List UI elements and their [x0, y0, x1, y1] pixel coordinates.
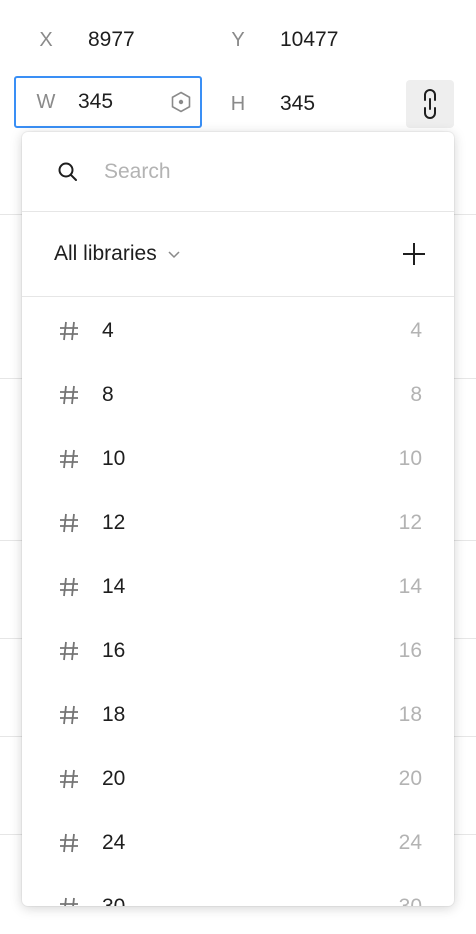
- search-icon: [58, 162, 77, 181]
- list-item[interactable]: 18 18: [22, 683, 454, 747]
- list-item[interactable]: 30 30: [22, 875, 454, 906]
- chevron-down-icon: [168, 251, 180, 259]
- variable-picker-dropdown: All libraries 4 4 8 8 10 10 12: [22, 132, 454, 906]
- search-input[interactable]: [102, 158, 406, 185]
- variable-icon[interactable]: [170, 91, 192, 113]
- height-field[interactable]: H 345: [218, 78, 315, 130]
- variable-value: 18: [398, 703, 422, 726]
- variable-value: 30: [399, 895, 422, 906]
- list-item[interactable]: 16 16: [22, 619, 454, 683]
- search-bar: [22, 132, 454, 212]
- variable-name: 4: [102, 319, 114, 342]
- y-label: Y: [231, 28, 245, 51]
- variable-name: 10: [102, 447, 126, 470]
- width-value[interactable]: 345: [78, 90, 113, 114]
- width-field[interactable]: W 345: [14, 76, 202, 128]
- hash-icon: [60, 897, 78, 906]
- plus-icon[interactable]: [400, 240, 428, 268]
- x-position-field[interactable]: X 8977: [26, 14, 135, 66]
- variable-value: 8: [410, 383, 422, 406]
- hash-icon: [60, 449, 78, 469]
- list-item[interactable]: 14 14: [22, 555, 454, 619]
- variable-value: 24: [398, 831, 422, 854]
- library-selector[interactable]: All libraries: [54, 242, 181, 266]
- list-item[interactable]: 20 20: [22, 747, 454, 811]
- variable-name: 24: [102, 831, 126, 854]
- hash-icon: [60, 705, 78, 725]
- variable-value: 14: [398, 575, 422, 598]
- list-item[interactable]: 24 24: [22, 811, 454, 875]
- list-item[interactable]: 10 10: [22, 427, 454, 491]
- variable-list: 4 4 8 8 10 10 12 12 14 14 16 16 18 18 20…: [22, 297, 454, 906]
- hash-icon: [60, 513, 78, 533]
- variable-value: 16: [398, 639, 422, 662]
- hash-icon: [60, 833, 78, 853]
- width-label: W: [36, 90, 56, 113]
- variable-value: 10: [398, 447, 422, 470]
- hash-icon: [60, 641, 78, 661]
- variable-name: 12: [102, 511, 126, 534]
- library-row: All libraries: [22, 212, 454, 297]
- hash-icon: [60, 321, 78, 341]
- variable-name: 18: [102, 703, 126, 726]
- x-value[interactable]: 8977: [88, 28, 135, 52]
- variable-value: 20: [398, 767, 422, 790]
- hash-icon: [60, 385, 78, 405]
- x-label: X: [39, 28, 53, 51]
- variable-name: 30: [102, 895, 125, 906]
- variable-value: 4: [410, 319, 422, 342]
- list-item[interactable]: 8 8: [22, 363, 454, 427]
- variable-name: 20: [102, 767, 126, 790]
- variable-name: 8: [102, 383, 114, 406]
- hash-icon: [60, 577, 78, 597]
- list-item[interactable]: 12 12: [22, 491, 454, 555]
- variable-name: 14: [102, 575, 126, 598]
- variable-name: 16: [102, 639, 126, 662]
- height-label: H: [230, 92, 246, 115]
- height-value[interactable]: 345: [280, 92, 315, 116]
- y-position-field[interactable]: Y 10477: [218, 14, 338, 66]
- variable-value: 12: [398, 511, 422, 534]
- list-item[interactable]: 4 4: [22, 299, 454, 363]
- y-value[interactable]: 10477: [280, 28, 338, 52]
- library-selector-label: All libraries: [54, 242, 157, 265]
- constrain-proportions-button[interactable]: [406, 80, 454, 128]
- link-icon: [424, 89, 436, 119]
- hash-icon: [60, 769, 78, 789]
